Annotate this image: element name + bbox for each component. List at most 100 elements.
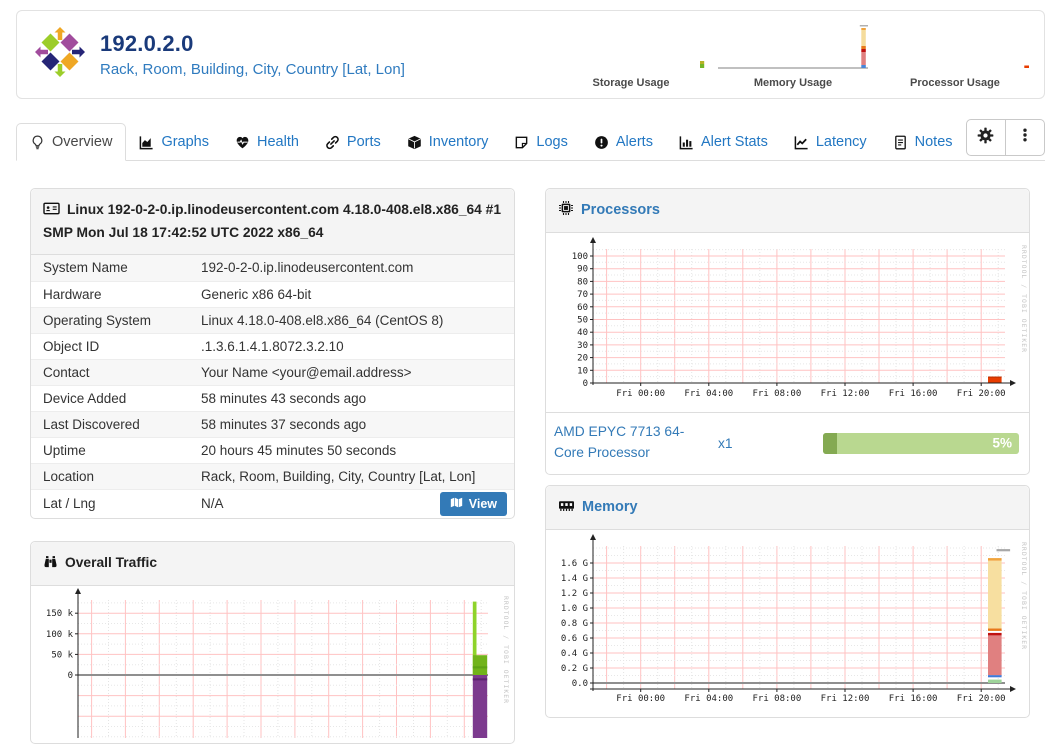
row-value: 192-0-2-0.ip.linodeusercontent.com: [201, 260, 414, 276]
svg-text:100 k: 100 k: [46, 630, 74, 640]
table-row: Last Discovered 58 minutes 37 seconds ago: [31, 410, 514, 437]
svg-text:Fri 16:00: Fri 16:00: [889, 389, 938, 399]
page-title: 192.0.2.0: [100, 31, 194, 56]
cube-icon: [407, 135, 422, 150]
tab-alert-stats[interactable]: Alert Stats: [666, 124, 781, 160]
cpu-name-link[interactable]: AMD EPYC 7713 64-Core Processor: [554, 422, 708, 463]
tab-label: Latency: [815, 134, 867, 150]
chain-icon: [325, 135, 340, 150]
svg-text:30: 30: [577, 341, 588, 351]
svg-text:Fri 04:00: Fri 04:00: [684, 389, 733, 399]
tab-label: Overview: [52, 134, 113, 150]
svg-text:0.2 G: 0.2 G: [561, 664, 588, 674]
more-menu-button[interactable]: [1005, 120, 1044, 155]
svg-text:Fri 20:00: Fri 20:00: [957, 389, 1006, 399]
svg-text:0: 0: [68, 671, 73, 681]
row-label: Hardware: [43, 286, 102, 302]
mini-graph-image: [880, 25, 1030, 76]
tab-inventory[interactable]: Inventory: [394, 124, 502, 160]
tab-label: Logs: [536, 134, 568, 150]
svg-text:1.6 G: 1.6 G: [561, 559, 588, 569]
row-value: 58 minutes 43 seconds ago: [201, 390, 367, 406]
mini-graph-processor-usage[interactable]: Processor Usage: [880, 25, 1030, 89]
svg-text:150 k: 150 k: [46, 609, 74, 619]
tab-latency[interactable]: Latency: [781, 124, 880, 160]
tab-notes[interactable]: Notes: [880, 124, 966, 160]
tab-graphs[interactable]: Graphs: [126, 124, 222, 160]
tab-label: Health: [257, 134, 299, 150]
kebab-icon: [1017, 127, 1033, 148]
tab-logs[interactable]: Logs: [501, 124, 580, 160]
svg-text:70: 70: [577, 290, 588, 300]
row-value: Generic x86 64-bit: [201, 286, 312, 302]
tab-alerts[interactable]: Alerts: [581, 124, 666, 160]
memory-icon: [558, 498, 575, 519]
row-value: .1.3.6.1.4.1.8072.3.2.10: [201, 338, 344, 354]
binoculars-icon: [43, 554, 58, 575]
mini-graph-memory-usage[interactable]: Memory Usage: [718, 25, 869, 89]
processors-header: Processors: [546, 189, 1029, 234]
tab-overview[interactable]: Overview: [16, 123, 127, 161]
cpu-usage-fill: [823, 432, 837, 454]
memory-title-link[interactable]: Memory: [582, 499, 638, 515]
svg-text:60: 60: [577, 303, 588, 313]
view-location-button[interactable]: View: [439, 491, 507, 516]
processors-title-link[interactable]: Processors: [581, 202, 660, 218]
svg-text:RRDTOOL / TOBI OETIKER: RRDTOOL / TOBI OETIKER: [502, 596, 510, 704]
svg-text:0.6 G: 0.6 G: [561, 634, 588, 644]
svg-text:90: 90: [577, 265, 588, 275]
processors-panel: Processors 0 10 20 30 40 50 60 70 80 90 100 Fri 00:…: [545, 188, 1030, 475]
svg-text:Fri 00:00: Fri 00:00: [616, 694, 665, 704]
device-location-link[interactable]: Rack, Room, Building, City, Country [Lat…: [100, 61, 405, 78]
memory-header: Memory: [546, 485, 1029, 531]
table-row: Location Rack, Room, Building, City, Coun…: [31, 462, 514, 489]
tab-label: Inventory: [428, 134, 489, 150]
row-label: Device Added: [43, 390, 127, 406]
svg-text:Fri 04:00: Fri 04:00: [684, 694, 733, 704]
overall-traffic-header: Overall Traffic: [31, 541, 514, 587]
settings-button[interactable]: [967, 120, 1006, 155]
table-row: Object ID .1.3.6.1.4.1.8072.3.2.10: [31, 332, 514, 359]
table-row: Hardware Generic x86 64-bit: [31, 280, 514, 307]
device-header: 192.0.2.0 Rack, Room, Building, City, Co…: [16, 10, 1045, 99]
exclamation-circle-icon: [594, 135, 609, 150]
device-tab-bar: Overview Graphs Health Ports Inventory Logs Al…: [16, 119, 1045, 161]
microchip-icon: [558, 200, 574, 222]
svg-text:Fri 00:00: Fri 00:00: [616, 389, 665, 399]
row-label: Object ID: [43, 338, 100, 354]
memory-graph[interactable]: 0.0 0.2 G 0.4 G 0.6 G 0.8 G 1.0 G 1.2 G 1.4 G 1.…: [546, 530, 1029, 717]
gear-icon: [977, 127, 994, 149]
system-info-header: Linux 192-0-2-0.ip.linodeusercontent.com…: [31, 189, 514, 255]
svg-text:0.8 G: 0.8 G: [561, 619, 588, 629]
svg-text:0: 0: [583, 379, 588, 389]
svg-text:80: 80: [577, 278, 588, 288]
svg-text:Fri 12:00: Fri 12:00: [821, 694, 870, 704]
mini-graph-image: [556, 25, 706, 76]
id-card-icon: [43, 201, 60, 222]
tab-ports[interactable]: Ports: [312, 124, 394, 160]
svg-text:50: 50: [577, 316, 588, 326]
mini-graph-storage-usage[interactable]: Storage Usage: [556, 25, 706, 89]
svg-text:50 k: 50 k: [51, 651, 73, 661]
svg-text:1.4 G: 1.4 G: [561, 574, 588, 584]
table-row: Lat / Lng N/A View: [31, 488, 514, 518]
table-row: Device Added 58 minutes 43 seconds ago: [31, 384, 514, 411]
overall-traffic-panel: Overall Traffic 0 50 k 100 k 150 k RRDTOOL /…: [30, 540, 515, 744]
mini-graph-label: Storage Usage: [592, 77, 670, 89]
tab-actions-group: [965, 119, 1045, 156]
svg-text:RRDTOOL / TOBI OETIKER: RRDTOOL / TOBI OETIKER: [1020, 542, 1028, 650]
overall-traffic-title: Overall Traffic: [65, 554, 158, 570]
svg-text:Fri 08:00: Fri 08:00: [753, 694, 802, 704]
tab-health[interactable]: Health: [222, 124, 312, 160]
row-value: 58 minutes 37 seconds ago: [201, 416, 367, 432]
processors-graph[interactable]: 0 10 20 30 40 50 60 70 80 90 100 Fri 00:00 Fri 04:00…: [546, 233, 1029, 412]
overall-traffic-graph[interactable]: 0 50 k 100 k 150 k RRDTOOL / TOBI OETIKER: [31, 586, 514, 743]
svg-text:0.4 G: 0.4 G: [561, 649, 588, 659]
centos-logo-icon: [35, 27, 85, 82]
row-label: Contact: [43, 364, 90, 380]
row-label: Operating System: [43, 312, 152, 328]
svg-text:Fri 08:00: Fri 08:00: [753, 389, 802, 399]
system-description: Linux 192-0-2-0.ip.linodeusercontent.com…: [43, 202, 502, 241]
svg-text:Fri 12:00: Fri 12:00: [821, 389, 870, 399]
svg-text:RRDTOOL / TOBI OETIKER: RRDTOOL / TOBI OETIKER: [1020, 245, 1028, 353]
